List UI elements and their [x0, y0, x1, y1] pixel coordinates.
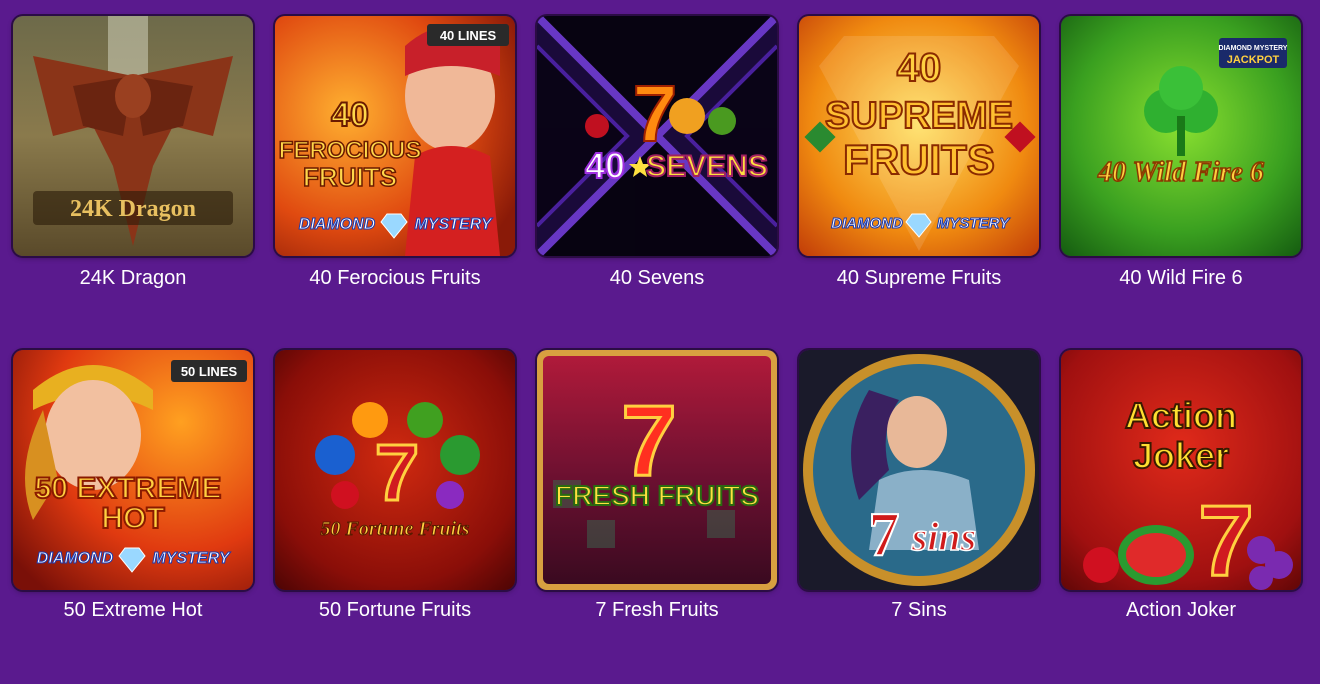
- fresh-fruits-artwork: 7 FRESH FRUITS: [537, 350, 777, 590]
- game-thumbnail[interactable]: 50 LINES 50 EXTREME HOT DIAMOND MYSTERY: [13, 350, 253, 590]
- ferocious-fruits-artwork: 40 LINES 40 FEROCIOUS FRUITS DIAMOND MYS…: [275, 16, 515, 256]
- game-thumbnail[interactable]: DIAMOND MYSTERY JACKPOT 40 Wild Fire 6: [1061, 16, 1301, 256]
- diamond-label: DIAMOND: [37, 550, 114, 567]
- game-title[interactable]: 50 Fortune Fruits: [275, 598, 515, 622]
- art-title-line2: FEROCIOUS: [279, 137, 422, 164]
- games-grid: 24K Dragon 24K Dragon 40 LINES 40 FEROCI: [13, 16, 1301, 684]
- game-thumbnail[interactable]: 7 50 Fortune Fruits: [275, 350, 515, 590]
- game-title[interactable]: 40 Ferocious Fruits: [275, 266, 515, 290]
- game-tile-40-supreme-fruits[interactable]: 40 SUPREME FRUITS DIAMOND MYSTERY 40 Sup…: [799, 16, 1039, 350]
- game-thumbnail[interactable]: 7 FRESH FRUITS: [537, 350, 777, 590]
- art-title-word: SEVENS: [646, 150, 768, 183]
- art-title-line1: 40: [331, 96, 369, 134]
- art-title: sins: [911, 514, 977, 559]
- art-title: FRESH FRUITS: [555, 480, 759, 511]
- game-title[interactable]: 7 Sins: [799, 598, 1039, 622]
- game-thumbnail[interactable]: 7 sins: [799, 350, 1039, 590]
- wild-fire-artwork: DIAMOND MYSTERY JACKPOT 40 Wild Fire 6: [1061, 16, 1301, 256]
- game-tile-40-wild-fire-6[interactable]: DIAMOND MYSTERY JACKPOT 40 Wild Fire 6 4…: [1061, 16, 1301, 350]
- action-joker-artwork: Action Joker 7: [1061, 350, 1301, 590]
- sevens-artwork: 7 40 SEVENS: [537, 16, 777, 256]
- art-title-line1: 50 EXTREME: [35, 472, 222, 505]
- fortune-fruits-artwork: 7 50 Fortune Fruits: [275, 350, 515, 590]
- art-title-number: 40: [585, 145, 625, 186]
- game-thumbnail[interactable]: 40 LINES 40 FEROCIOUS FRUITS DIAMOND MYS…: [275, 16, 515, 256]
- game-title[interactable]: 40 Supreme Fruits: [799, 266, 1039, 290]
- game-title[interactable]: 50 Extreme Hot: [13, 598, 253, 622]
- art-title-line2: HOT: [101, 502, 164, 535]
- art-title: 50 Fortune Fruits: [321, 518, 470, 540]
- supreme-fruits-artwork: 40 SUPREME FRUITS DIAMOND MYSTERY: [799, 16, 1039, 256]
- extreme-hot-artwork: 50 LINES 50 EXTREME HOT DIAMOND MYSTERY: [13, 350, 253, 590]
- game-thumbnail[interactable]: 40 SUPREME FRUITS DIAMOND MYSTERY: [799, 16, 1039, 256]
- game-thumbnail[interactable]: Action Joker 7: [1061, 350, 1301, 590]
- game-title[interactable]: 40 Sevens: [537, 266, 777, 290]
- game-title[interactable]: Action Joker: [1061, 598, 1301, 622]
- game-tile-24k-dragon[interactable]: 24K Dragon 24K Dragon: [13, 16, 253, 350]
- game-tile-40-sevens[interactable]: 7 40 SEVENS 40 Sevens: [537, 16, 777, 350]
- game-tile-40-ferocious-fruits[interactable]: 40 LINES 40 FEROCIOUS FRUITS DIAMOND MYS…: [275, 16, 515, 350]
- mystery-label: MYSTERY: [414, 216, 492, 233]
- art-title-line2: FRUITS: [843, 136, 995, 183]
- seven-symbol: 7: [869, 501, 900, 569]
- game-title[interactable]: 7 Fresh Fruits: [537, 598, 777, 622]
- diamond-label: DIAMOND: [299, 216, 376, 233]
- game-title[interactable]: 40 Wild Fire 6: [1061, 266, 1301, 290]
- game-thumbnail[interactable]: 7 40 SEVENS: [537, 16, 777, 256]
- lines-badge: 40 LINES: [440, 28, 497, 43]
- sins-artwork: 7 sins: [799, 350, 1039, 590]
- art-title-number: 40: [897, 46, 942, 90]
- mystery-label: MYSTERY: [152, 550, 230, 567]
- art-title-line2: Joker: [1133, 435, 1229, 476]
- lines-badge: 50 LINES: [181, 364, 238, 379]
- diamond-label: DIAMOND: [831, 215, 903, 232]
- art-title-line3: FRUITS: [303, 162, 397, 192]
- dragon-artwork: 24K Dragon: [13, 16, 253, 256]
- seven-symbol: 7: [633, 69, 678, 158]
- jackpot-badge-bottom: JACKPOT: [1227, 54, 1280, 66]
- game-title[interactable]: 24K Dragon: [13, 266, 253, 290]
- seven-symbol: 7: [375, 428, 420, 517]
- art-title: 40 Wild Fire 6: [1097, 157, 1264, 188]
- art-title-line1: Action: [1125, 395, 1237, 436]
- art-title: 24K Dragon: [70, 196, 196, 222]
- jackpot-badge-top: DIAMOND MYSTERY: [1219, 45, 1288, 52]
- strawberry-icon: [1083, 547, 1119, 583]
- game-thumbnail[interactable]: 24K Dragon: [13, 16, 253, 256]
- seven-symbol: 7: [1198, 485, 1254, 590]
- art-title-line1: SUPREME: [825, 95, 1013, 137]
- mystery-label: MYSTERY: [937, 215, 1011, 232]
